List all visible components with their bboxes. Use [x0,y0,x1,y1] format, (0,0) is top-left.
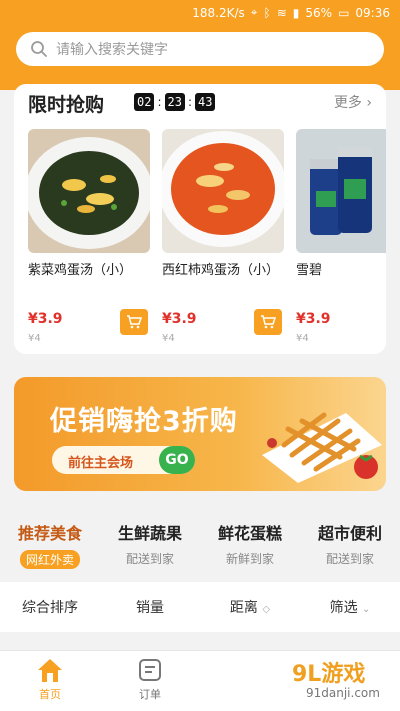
sort-label: 销量 [136,600,164,616]
bluetooth-icon: ᛒ [263,5,271,20]
category-supermarket[interactable]: 超市便利 配送到家 [300,510,400,580]
chevron-right-icon: › [366,95,372,111]
category-recommended-food[interactable]: 推荐美食 网红外卖 [0,510,100,580]
product-old-price: ¥4 [296,333,309,344]
product-name: 西红柿鸡蛋汤（小） [162,263,280,278]
sort-comprehensive[interactable]: 综合排序 [0,597,100,617]
tab-label: 首页 [39,688,61,701]
category-name: 生鲜蔬果 [117,524,182,543]
category-name: 推荐美食 [17,524,82,543]
chevron-down-icon: ⌄ [362,604,371,615]
sort-filter[interactable]: 筛选 ⌄ [300,597,400,617]
category-subtitle: 配送到家 [125,552,174,566]
tab-placeholder [200,651,300,711]
network-speed: 188.2K/s [192,5,245,20]
product-image-seaweed-egg-soup[interactable] [28,129,150,253]
more-link[interactable]: 更多 › [334,92,372,112]
signal-icon: ▮ [292,5,300,20]
product-card[interactable]: 雪碧 ¥3.9 ¥4 [296,129,386,344]
status-bar: 188.2K/s ⌖ ᛒ ≋ ▮ 56% ▭ 09:36 [0,0,400,24]
tab-home[interactable]: 首页 [0,651,100,711]
promo-banner[interactable]: 促销嗨抢3折购 前往主会场 GO [14,377,386,491]
go-badge: GO [159,446,195,474]
fries-illustration [262,412,382,483]
product-old-price: ¥4 [28,333,41,344]
cart-icon [127,315,142,329]
sort-label: 综合排序 [22,600,78,616]
banner-title: 促销嗨抢3折购 [50,406,238,437]
tab-orders[interactable]: 订单 [100,651,200,711]
home-icon [38,659,62,682]
sort-distance[interactable]: 距离 ◇ [200,597,300,617]
category-fresh-produce[interactable]: 生鲜蔬果 配送到家 [100,510,200,580]
clock: 09:36 [355,5,390,20]
sort-toggle-icon: ◇ [262,604,271,615]
cart-icon [261,315,276,329]
sort-bar: 综合排序 销量 距离 ◇ 筛选 ⌄ [0,582,400,632]
product-price: ¥3.9 [296,311,331,327]
watermark-logo: 9L游戏 [292,662,366,687]
product-name: 紫菜鸡蛋汤（小） [28,263,133,278]
flash-sale-card: 限时抢购 02 : 23 : 43 更多 › 紫菜鸡蛋汤（小） ¥3.9 ¥4 … [14,84,386,354]
product-image-tomato-egg-soup[interactable] [162,129,284,253]
category-name: 鲜花蛋糕 [217,524,282,543]
category-subtitle: 网红外卖 [19,550,80,569]
category-subtitle: 配送到家 [325,552,374,566]
watermark-site: 91danji.com [306,686,380,700]
battery-icon: ▭ [338,5,350,20]
sort-label: 筛选 [329,600,358,616]
category-row: 推荐美食 网红外卖 生鲜蔬果 配送到家 鲜花蛋糕 新鲜到家 超市便利 配送到家 [0,510,400,580]
sort-label: 距离 [229,600,258,616]
flash-sale-title: 限时抢购 [28,94,105,116]
battery-level: 56% [305,5,333,20]
timer-minutes: 23 [164,93,185,111]
search-placeholder: 请输入搜索关键字 [56,42,168,58]
timer-seconds: 43 [195,93,216,111]
product-old-price: ¥4 [162,333,175,344]
category-name: 超市便利 [317,524,382,543]
tab-label: 订单 [139,688,161,701]
product-price: ¥3.9 [28,311,63,327]
banner-button-label: 前往主会场 [68,456,134,471]
category-flowers-cakes[interactable]: 鲜花蛋糕 新鲜到家 [200,510,300,580]
location-icon: ⌖ [250,5,258,19]
product-price: ¥3.9 [162,311,197,327]
timer-colon: : [157,95,162,109]
more-label: 更多 [333,95,362,111]
timer-hours: 02 [134,93,155,111]
add-to-cart-button[interactable] [120,309,148,335]
product-card[interactable]: 紫菜鸡蛋汤（小） ¥3.9 ¥4 [28,129,150,344]
add-to-cart-button[interactable] [254,309,282,335]
sort-sales[interactable]: 销量 [100,597,200,617]
product-image-sprite[interactable] [296,129,386,253]
wifi-icon: ≋ [276,5,287,20]
timer-colon: : [187,95,192,109]
product-name: 雪碧 [296,263,323,278]
category-subtitle: 新鲜到家 [225,552,274,566]
orders-icon [139,659,161,681]
go-to-main-venue-button[interactable]: 前往主会场 GO [52,446,195,474]
countdown-timer: 02 : 23 : 43 [134,93,216,111]
search-icon [31,41,47,57]
search-input[interactable]: 请输入搜索关键字 [16,32,384,66]
product-card[interactable]: 西红柿鸡蛋汤（小） ¥3.9 ¥4 [162,129,284,344]
